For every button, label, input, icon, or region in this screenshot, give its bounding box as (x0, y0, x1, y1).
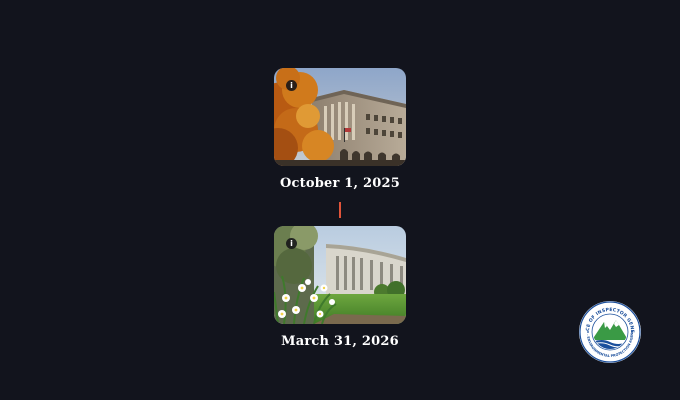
oig-seal-logo: OFFICE OF INSPECTOR GENERAL U.S. ENVIRON… (578, 300, 642, 364)
spring-building-photo: i (274, 226, 406, 324)
date-label: October 1, 2025 (280, 176, 400, 191)
info-icon[interactable]: i (286, 80, 297, 91)
timeline-stage: i October 1, 2025 i March 31, 2026 CE OF… (0, 0, 680, 400)
autumn-building-photo: i (274, 68, 406, 166)
date-label: March 31, 2026 (281, 334, 399, 349)
timeline-item-start: i October 1, 2025 (274, 68, 406, 191)
timeline-connector (339, 202, 341, 218)
timeline-item-end: i March 31, 2026 (274, 226, 406, 349)
info-icon[interactable]: i (286, 238, 297, 249)
